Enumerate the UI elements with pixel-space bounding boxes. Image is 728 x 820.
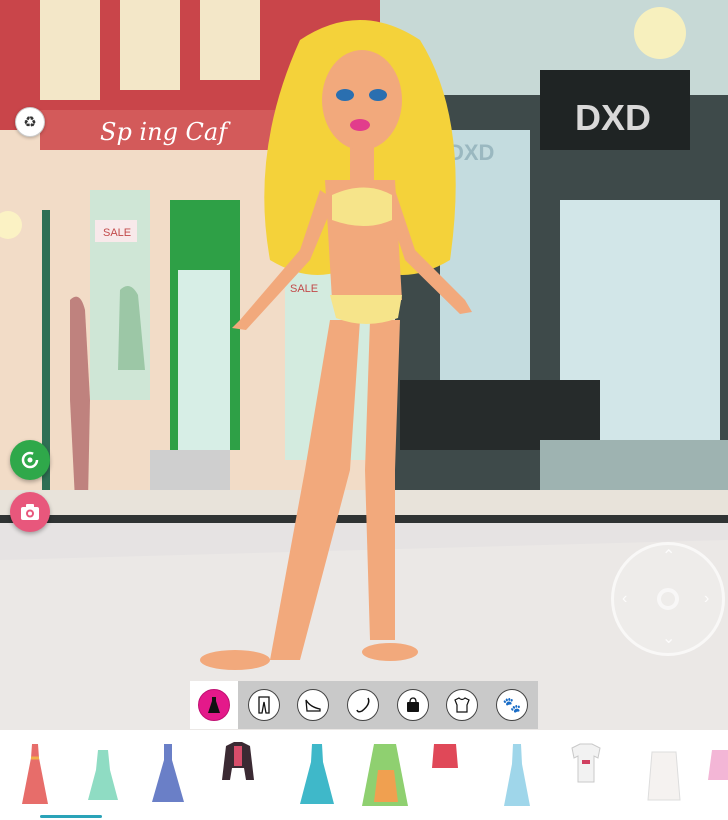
black-red-jacket-item[interactable] (218, 740, 258, 808)
recycle-icon: ♻ (23, 114, 37, 131)
camera-icon (21, 504, 39, 520)
dpad-right-arrow-icon[interactable]: › (704, 591, 709, 607)
light-blue-slip-dress-item[interactable] (502, 740, 532, 808)
cafe-sign-text: Sp ing Caf (100, 118, 231, 146)
sale-sign-right: SALE (290, 283, 318, 295)
white-tshirt-top-item[interactable] (570, 740, 602, 808)
camera-button[interactable] (10, 492, 50, 532)
game-stage: Sp ing Caf SALE SALE DXD DXD ♻ ⌃ ⌄ ‹ › 🐾 (0, 0, 728, 730)
paw-icon: 🐾 (502, 697, 522, 714)
rotate-icon (21, 451, 39, 469)
category-bags[interactable] (389, 681, 437, 729)
red-ruffle-top-item[interactable] (430, 740, 460, 808)
category-shoes[interactable] (289, 681, 337, 729)
category-dresses[interactable] (190, 681, 238, 729)
category-accessories[interactable] (339, 681, 387, 729)
dpad-left-arrow-icon[interactable]: ‹ (622, 591, 627, 607)
clothing-items-tray (0, 730, 728, 820)
dxd-sign: DXD (575, 97, 651, 138)
green-orange-coat-item[interactable] (358, 740, 412, 808)
bag-icon (406, 697, 419, 712)
coral-sequin-dress-item[interactable] (18, 740, 52, 808)
teal-tiered-dress-item[interactable] (296, 740, 338, 808)
dpad-center-button[interactable] (657, 588, 679, 610)
recycle-button[interactable]: ♻ (15, 107, 45, 137)
dpad-down-arrow-icon[interactable]: ⌄ (662, 631, 675, 647)
mint-ruffle-dress-item[interactable] (86, 740, 120, 808)
pink-top-partial-item[interactable] (708, 740, 728, 808)
tray-scroll-indicator[interactable] (40, 815, 102, 818)
category-tops[interactable] (439, 681, 487, 729)
category-pets[interactable]: 🐾 (488, 681, 536, 729)
shoe-icon (305, 699, 321, 712)
category-pants[interactable] (240, 681, 288, 729)
category-bar: 🐾 (190, 681, 538, 729)
pants-icon (257, 696, 270, 714)
white-lace-top-item[interactable] (644, 740, 684, 808)
necklace-icon (356, 697, 370, 713)
sale-sign-left: SALE (103, 227, 131, 239)
top-icon (454, 697, 471, 713)
rotate-button[interactable] (10, 440, 50, 480)
dress-icon (207, 697, 220, 713)
dpad-control: ⌃ ⌄ ‹ › (611, 542, 725, 656)
blue-floral-dress-item[interactable] (148, 740, 188, 808)
dpad-up-arrow-icon[interactable]: ⌃ (662, 549, 675, 565)
